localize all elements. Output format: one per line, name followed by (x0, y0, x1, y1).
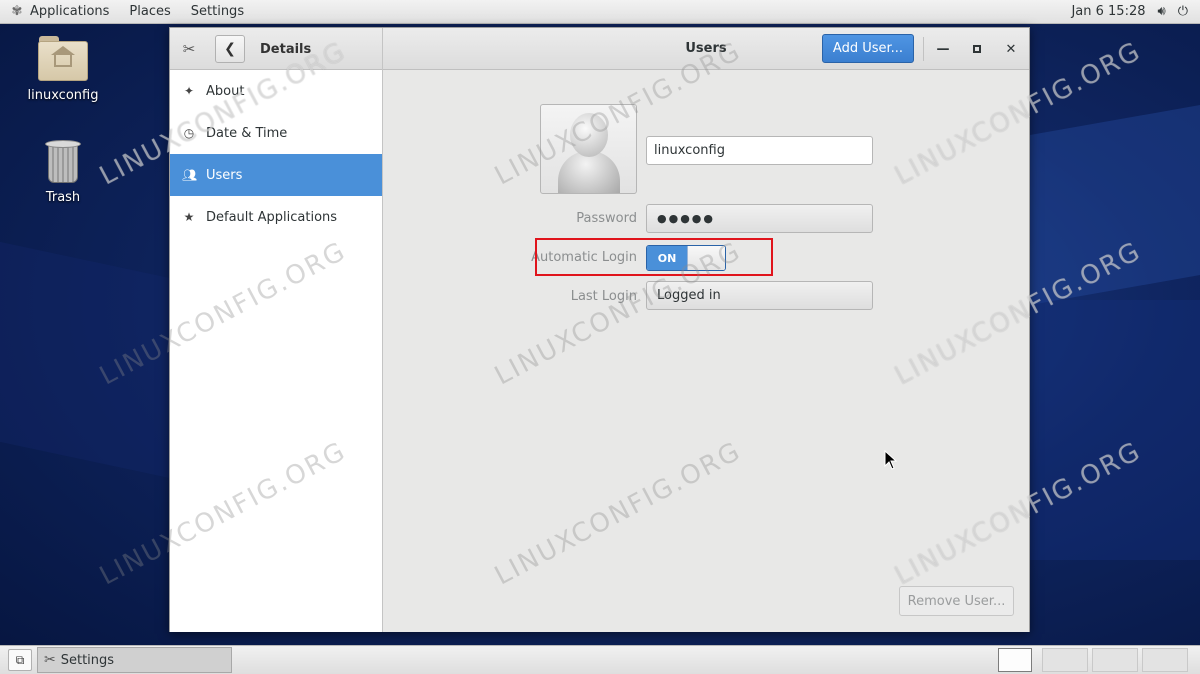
desktop-icon-home[interactable]: linuxconfig (18, 36, 108, 103)
trash-icon (45, 140, 81, 184)
header-separator (923, 37, 924, 61)
workspace-2[interactable] (1042, 648, 1088, 672)
home-folder-icon (38, 36, 88, 82)
close-icon: ✕ (1005, 41, 1017, 57)
highlight-box (535, 238, 773, 276)
minimize-button[interactable]: — (932, 38, 954, 60)
sidebar-item-label: Default Applications (206, 209, 338, 225)
top-panel: ✾ Applications Places Settings Jan 6 15:… (0, 0, 1200, 24)
workspace-switcher (994, 648, 1188, 672)
bottom-panel: ⧉ ✂ Settings (0, 645, 1200, 674)
sidebar-item-about[interactable]: ✦ About (170, 70, 382, 112)
desktop-icon-label: linuxconfig (27, 88, 99, 103)
password-button[interactable]: ●●●●● (646, 204, 873, 233)
workspace-3[interactable] (1092, 648, 1138, 672)
settings-window: ✂ ❮ Details Users Add User... — ✕ ✦ Abou… (169, 27, 1030, 632)
sidebar: ✦ About ◷ Date & Time 👥︎ Users ★ Default… (170, 70, 383, 632)
places-menu[interactable]: Places (119, 0, 180, 24)
applications-menu-label: Applications (30, 4, 110, 19)
show-desktop-button[interactable]: ⧉ (8, 649, 32, 671)
clock[interactable]: Jan 6 15:28 (1071, 4, 1145, 19)
maximize-icon (973, 45, 981, 53)
power-icon[interactable]: ⏻ (1178, 4, 1188, 19)
last-login-label: Last Login (570, 289, 637, 304)
maximize-button[interactable] (966, 38, 988, 60)
last-login-button[interactable]: Logged in (646, 281, 873, 310)
sidebar-title: Details (260, 41, 312, 57)
add-user-button[interactable]: Add User... (822, 34, 914, 63)
gnome-foot-icon: ✾ (11, 4, 23, 19)
desktop-icon-trash[interactable]: Trash (18, 140, 108, 205)
username-field[interactable]: linuxconfig (646, 136, 873, 165)
password-label: Password (576, 211, 637, 226)
minimize-icon: — (936, 41, 950, 57)
panel-header: Users Add User... — ✕ (383, 28, 1029, 69)
header-bar: ✂ ❮ Details Users Add User... — ✕ (170, 28, 1029, 70)
taskbar-item-label: Settings (60, 652, 115, 668)
places-menu-label: Places (129, 4, 171, 19)
mouse-cursor-icon (884, 450, 898, 470)
sidebar-header: ✂ ❮ Details (170, 28, 383, 70)
settings-menu-label: Settings (190, 4, 245, 19)
tools-icon: ✂ (182, 40, 196, 58)
sidebar-item-label: Users (206, 167, 243, 183)
sidebar-item-label: About (206, 83, 245, 99)
tools-icon: ✂ (44, 652, 56, 668)
background-shape (1030, 300, 1200, 560)
settings-menu[interactable]: Settings (181, 0, 254, 24)
applications-menu[interactable]: ✾ Applications (0, 0, 119, 24)
volume-icon[interactable]: 🔊︎ (1158, 4, 1166, 19)
star-icon: ★ (183, 210, 195, 224)
back-button[interactable]: ❮ (215, 35, 245, 63)
desktop-icon-label: Trash (45, 190, 81, 205)
sidebar-item-users[interactable]: 👥︎ Users (170, 154, 382, 196)
sidebar-item-date-time[interactable]: ◷ Date & Time (170, 112, 382, 154)
avatar-icon (558, 151, 620, 193)
chevron-left-icon: ❮ (224, 41, 236, 57)
sparkle-icon: ✦ (183, 84, 195, 98)
avatar-head (570, 113, 608, 157)
sidebar-item-default-applications[interactable]: ★ Default Applications (170, 196, 382, 238)
close-button[interactable]: ✕ (1000, 38, 1022, 60)
users-icon: 👥︎ (182, 168, 198, 182)
users-panel: linuxconfig Password ●●●●● Automatic Log… (383, 70, 1029, 632)
user-avatar-button[interactable] (540, 104, 637, 194)
background-shape (1030, 105, 1200, 305)
taskbar-item-settings[interactable]: ✂ Settings (37, 647, 232, 673)
workspace-4[interactable] (1142, 648, 1188, 672)
show-desktop-icon: ⧉ (15, 652, 25, 667)
sidebar-item-label: Date & Time (206, 125, 288, 141)
workspace-1[interactable] (998, 648, 1032, 672)
background-shape (0, 241, 170, 479)
remove-user-button[interactable]: Remove User... (899, 586, 1014, 616)
clock-icon: ◷ (183, 126, 195, 140)
